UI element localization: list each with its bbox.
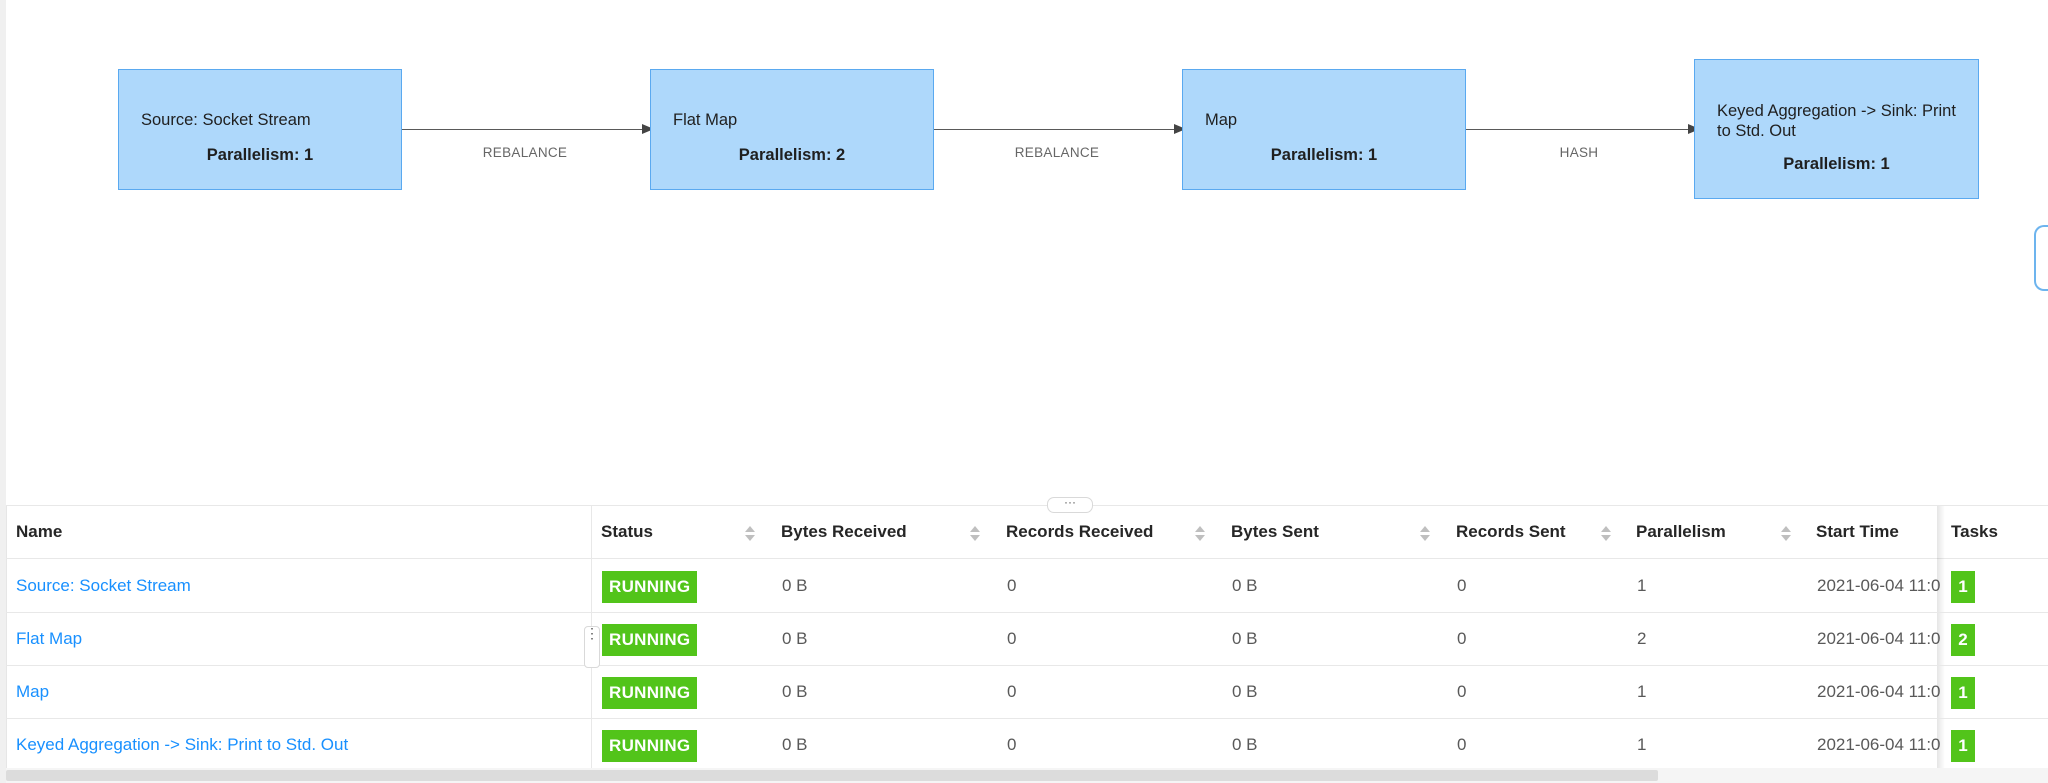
status-cell: RUNNING [602,665,698,718]
records-received: 0 [1007,682,1017,701]
records-sent: 0 [1457,735,1467,754]
graph-edge [1466,124,1700,134]
records-sent: 0 [1457,576,1467,595]
task-count-badge[interactable]: 1 [1951,570,1975,603]
vertex-name-link[interactable]: Map [16,665,576,718]
horizontal-scrollbar[interactable] [6,768,2048,783]
vertex-name-link[interactable]: Keyed Aggregation -> Sink: Print to Std.… [16,718,576,771]
node-title: Source: Socket Stream [141,111,311,129]
bytes-received: 0 B [782,629,808,648]
task-count-badge[interactable]: 1 [1951,729,1975,762]
node-title: Keyed Aggregation -> Sink: Print to Std.… [1717,102,1956,140]
tasks-cell: 1 [1951,559,1975,612]
column-header-records-sent[interactable]: Records Sent [1456,506,1566,558]
edge-label: REBALANCE [482,145,568,160]
column-header-status[interactable]: Status [601,506,653,558]
bytes-received: 0 B [782,735,808,754]
graph-edge [402,124,654,134]
start-time: 2021-06-04 11:0 [1817,576,1941,595]
task-count-badge[interactable]: 2 [1951,623,1975,656]
panel-toggle-handle[interactable] [2034,225,2048,291]
sort-icon[interactable] [1601,526,1611,542]
table-row[interactable]: Source: Socket Stream RUNNING 0 B 0 0 B … [6,559,2048,613]
column-header-start-time[interactable]: Start Time [1816,506,1899,558]
start-time: 2021-06-04 11:0 [1817,629,1941,648]
column-header-records-received[interactable]: Records Received [1006,506,1153,558]
column-header-bytes-received[interactable]: Bytes Received [781,506,907,558]
graph-node-source[interactable]: Source: Socket Stream Parallelism: 1 [118,69,402,190]
task-count-badge[interactable]: 1 [1951,676,1975,709]
node-parallelism: Parallelism: 1 [1783,155,1890,173]
status-cell: RUNNING [602,718,698,771]
records-sent: 0 [1457,682,1467,701]
vertex-name-link[interactable]: Source: Socket Stream [16,559,576,612]
vertex-name-link[interactable]: Flat Map [16,612,576,665]
bytes-received: 0 B [782,576,808,595]
sort-icon[interactable] [1420,526,1430,542]
tasks-cell: 1 [1951,665,1975,718]
records-received: 0 [1007,629,1017,648]
bytes-sent: 0 B [1232,576,1258,595]
status-badge: RUNNING [602,570,698,603]
table-row[interactable]: Flat Map RUNNING 0 B 0 0 B 0 2 2021-06-0… [6,612,2048,666]
graph-edge [934,124,1186,134]
bytes-sent: 0 B [1232,629,1258,648]
edge-label: HASH [1559,145,1599,160]
records-received: 0 [1007,576,1017,595]
status-badge: RUNNING [602,729,698,762]
parallelism: 1 [1637,576,1647,595]
start-time: 2021-06-04 11:0 [1817,682,1941,701]
status-badge: RUNNING [602,623,698,656]
column-resize-handle[interactable]: ⋮ [584,626,600,668]
node-parallelism: Parallelism: 1 [1270,146,1378,164]
status-badge: RUNNING [602,676,698,709]
column-header-parallelism[interactable]: Parallelism [1636,506,1726,558]
sort-icon[interactable] [1781,526,1791,542]
bytes-sent: 0 B [1232,682,1258,701]
node-title: Flat Map [673,111,738,129]
records-received: 0 [1007,735,1017,754]
column-header-name[interactable]: Name [16,506,62,558]
scrollbar-thumb[interactable] [6,770,1658,781]
graph-node-keyed-aggregation[interactable]: Keyed Aggregation -> Sink: Print to Std.… [1694,59,1979,199]
vertex-table: Name Status Bytes Received Records Recei… [6,506,2048,768]
node-title: Map [1205,111,1238,129]
status-cell: RUNNING [602,559,698,612]
graph-node-map[interactable]: Map Parallelism: 1 [1182,69,1466,190]
status-cell: RUNNING [602,612,698,665]
bytes-received: 0 B [782,682,808,701]
node-parallelism: Parallelism: 1 [206,146,314,164]
column-header-tasks[interactable]: Tasks [1951,506,1998,558]
sort-icon[interactable] [970,526,980,542]
parallelism: 1 [1637,735,1647,754]
table-header: Name Status Bytes Received Records Recei… [6,506,2048,559]
bytes-sent: 0 B [1232,735,1258,754]
node-parallelism: Parallelism: 2 [738,146,846,164]
parallelism: 1 [1637,682,1647,701]
parallelism: 2 [1637,629,1647,648]
graph-node-flat-map[interactable]: Flat Map Parallelism: 2 [650,69,934,190]
sort-icon[interactable] [1195,526,1205,542]
tasks-cell: 1 [1951,718,1975,771]
tasks-cell: 2 [1951,612,1975,665]
sort-icon[interactable] [745,526,755,542]
records-sent: 0 [1457,629,1467,648]
job-graph-canvas[interactable]: Source: Socket Stream Parallelism: 1 REB… [6,0,2048,505]
start-time: 2021-06-04 11:0 [1817,735,1941,754]
table-row[interactable]: Keyed Aggregation -> Sink: Print to Std.… [6,718,2048,771]
column-header-bytes-sent[interactable]: Bytes Sent [1231,506,1319,558]
edge-label: REBALANCE [1014,145,1100,160]
table-row[interactable]: Map RUNNING 0 B 0 0 B 0 1 2021-06-04 11:… [6,665,2048,719]
